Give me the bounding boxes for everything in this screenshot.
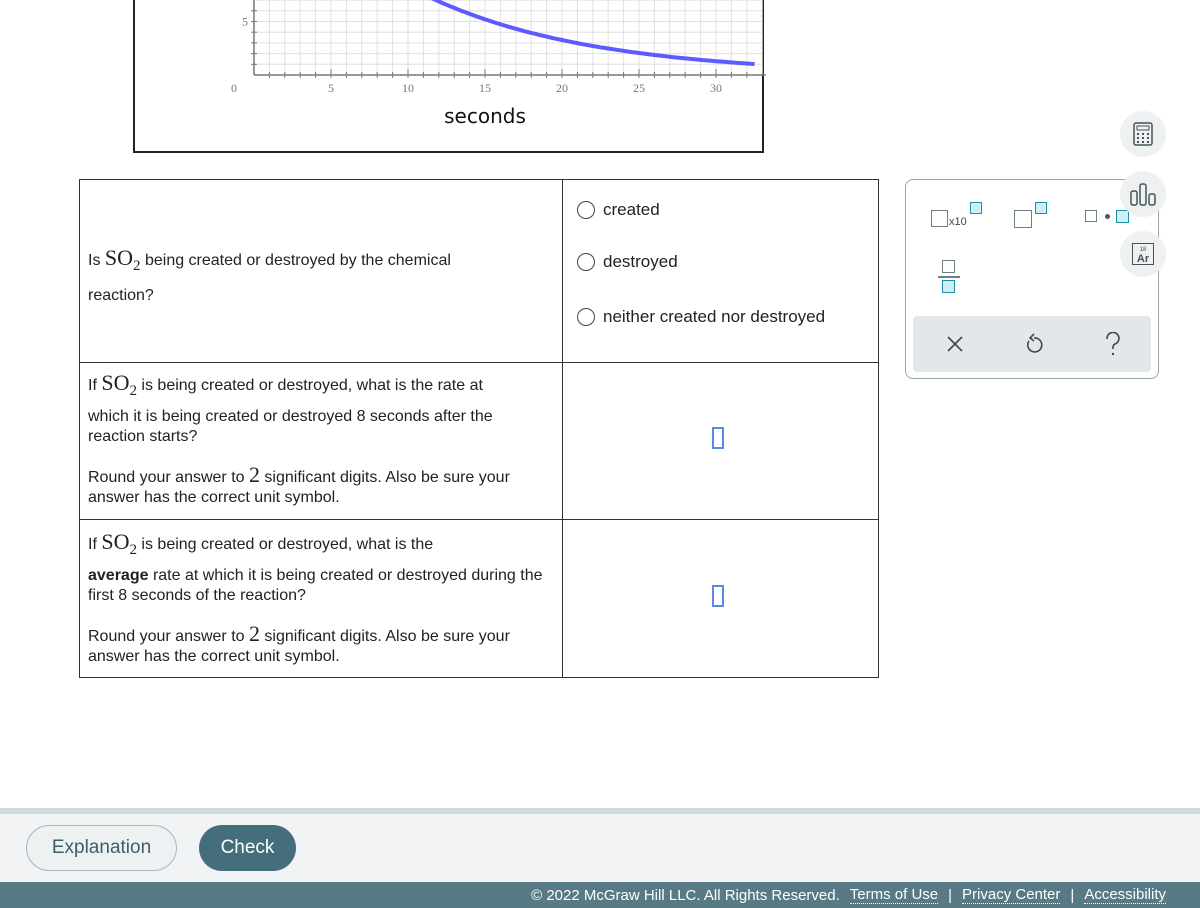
separator: | [1070,886,1075,904]
privacy-link[interactable]: Privacy Center [962,886,1061,904]
y-tick-label: 5 [242,15,248,29]
x-tick-label: 5 [328,81,334,95]
terms-link[interactable]: Terms of Use [849,886,939,904]
exponent-button[interactable] [1006,198,1051,238]
check-button[interactable]: Check [199,825,296,871]
option-label: destroyed [603,252,678,271]
question-1: Is SO2 being created or destroyed by the… [79,179,563,363]
radio-button[interactable] [577,253,595,271]
x-axis-label: seconds [444,104,526,128]
toolbox-action-bar [913,316,1151,372]
x-tick-label: 20 [556,81,568,95]
question-3: If SO2 is being created or destroyed, wh… [79,519,563,678]
option-label: neither created nor destroyed [603,307,826,326]
option-destroyed[interactable]: destroyed [577,252,678,272]
radio-button[interactable] [577,201,595,219]
chart-svg: 0 5 10 15 20 25 30 5 seconds [231,0,766,128]
x-tick-label: 0 [231,81,237,95]
rate-answer-input[interactable] [712,427,724,449]
question-table: Is SO2 being created or destroyed by the… [79,179,879,678]
x-tick-label: 10 [402,81,414,95]
fraction-button[interactable] [936,258,966,300]
separator: | [948,886,953,904]
calculator-button[interactable] [1120,111,1166,157]
question-2: If SO2 is being created or destroyed, wh… [79,362,563,520]
periodic-element-icon: 18 Ar [1132,243,1154,265]
graph: 0 5 10 15 20 25 30 5 seconds [133,0,766,153]
scientific-notation-button[interactable]: x10 [924,198,982,238]
bar-chart-icon [1130,183,1156,206]
periodic-table-button[interactable]: 18 Ar [1120,231,1166,277]
accessibility-link[interactable]: Accessibility [1084,886,1166,904]
x-tick-label: 25 [633,81,645,95]
option-neither[interactable]: neither created nor destroyed [577,307,825,327]
explanation-button[interactable]: Explanation [26,825,177,871]
average-rate-answer-input[interactable] [712,585,724,607]
math-toolbox: x10 [905,179,1159,379]
radio-button[interactable] [577,308,595,326]
option-created[interactable]: created [577,200,660,220]
footer: © 2022 McGraw Hill LLC. All Rights Reser… [0,882,1200,908]
copyright: © 2022 McGraw Hill LLC. All Rights Reser… [531,886,840,904]
option-label: created [603,200,660,219]
action-bar: Explanation Check [0,814,1200,882]
data-button[interactable] [1120,171,1166,217]
x-tick-label: 15 [479,81,491,95]
clear-icon[interactable] [946,335,964,353]
calculator-icon [1133,122,1153,146]
help-icon[interactable] [1104,332,1122,356]
x-tick-label: 30 [710,81,722,95]
undo-icon[interactable] [1024,333,1044,355]
